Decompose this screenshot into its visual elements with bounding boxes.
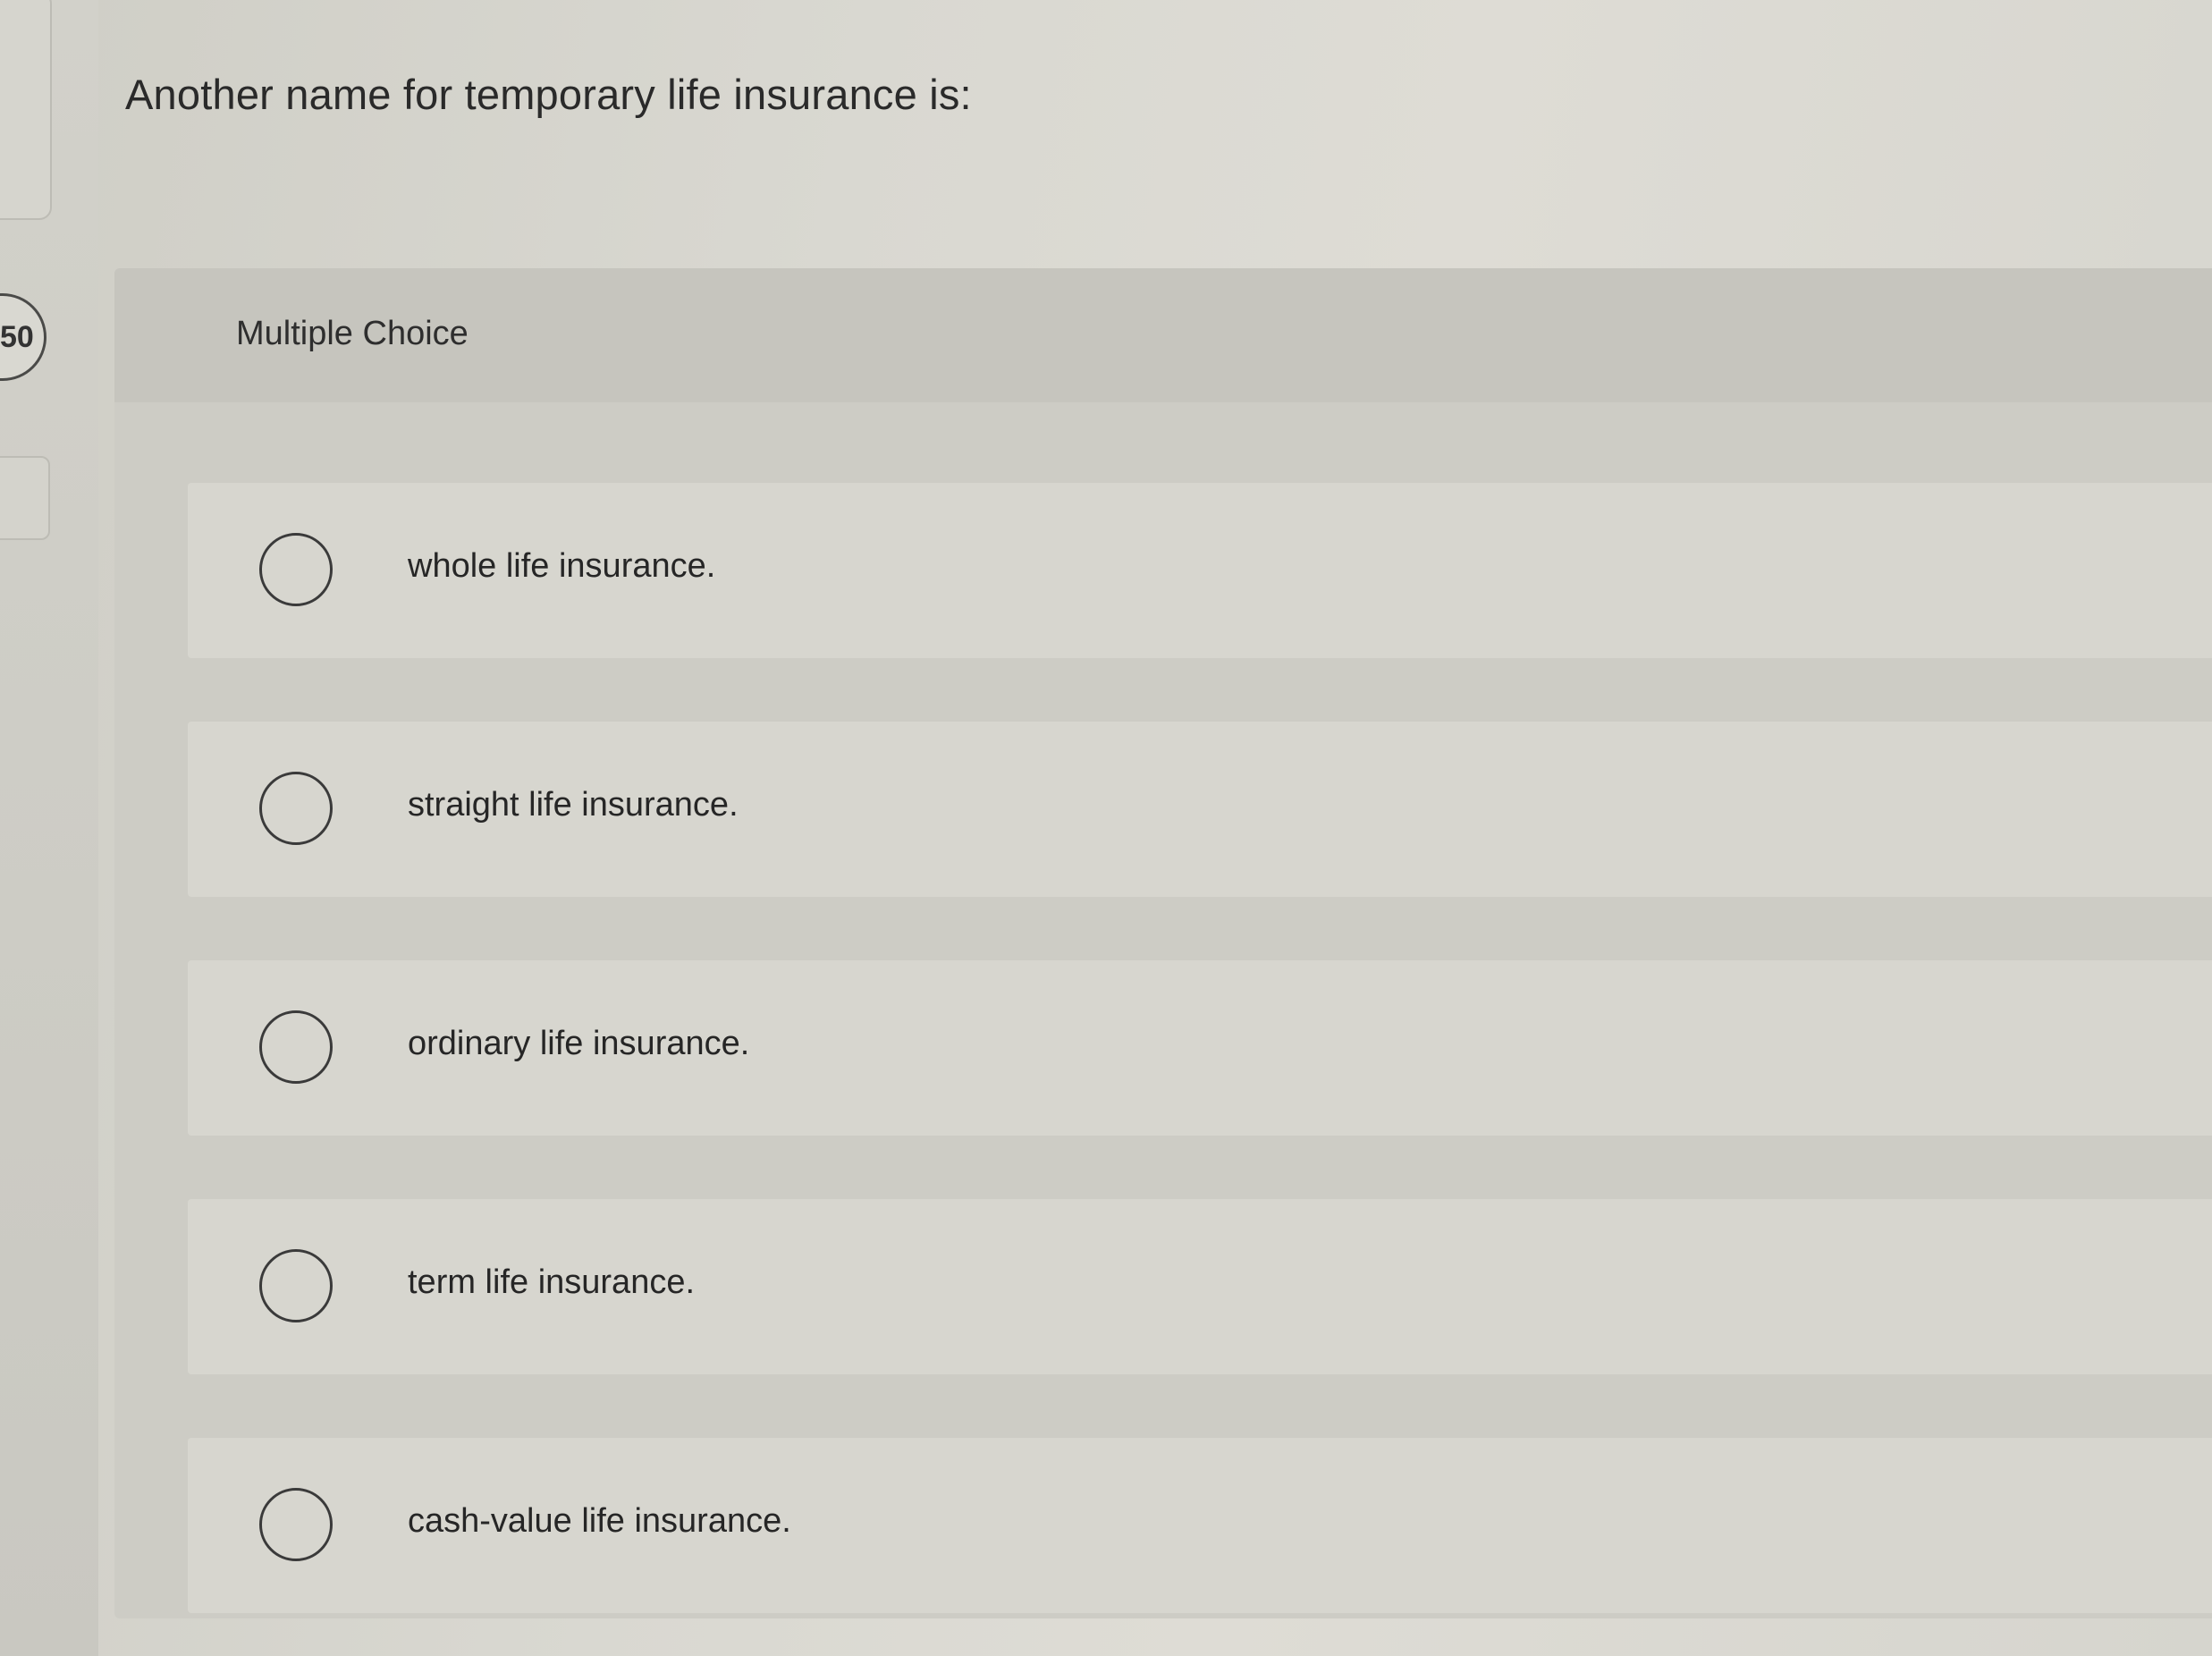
answer-option-label: ordinary life insurance. (408, 1025, 750, 1062)
answer-option-label: term life insurance. (408, 1263, 696, 1301)
question-prompt: Another name for temporary life insuranc… (125, 71, 972, 118)
radio-button[interactable] (259, 533, 333, 606)
answer-option-label: cash-value life insurance. (408, 1502, 791, 1540)
question-number-badge[interactable]: 50 (0, 293, 46, 381)
radio-button[interactable] (259, 1249, 333, 1322)
question-type-label: Multiple Choice (236, 315, 469, 352)
radio-button[interactable] (259, 772, 333, 845)
radio-button[interactable] (259, 1010, 333, 1084)
answer-option-label: whole life insurance. (408, 547, 716, 585)
multiple-choice-card: Multiple Choice whole life insurance. st… (114, 268, 2212, 1618)
answer-option[interactable]: term life insurance. (188, 1199, 2212, 1374)
answer-option-label: straight life insurance. (408, 786, 739, 824)
answer-option[interactable]: straight life insurance. (188, 722, 2212, 897)
card-header: Multiple Choice (114, 268, 2212, 402)
next-question-item[interactable] (0, 456, 50, 540)
answer-option[interactable]: whole life insurance. (188, 483, 2212, 658)
question-nav-rail: 50 (0, 0, 98, 1656)
previous-question-item[interactable] (0, 0, 52, 220)
answer-option[interactable]: ordinary life insurance. (188, 960, 2212, 1136)
radio-button[interactable] (259, 1488, 333, 1561)
answer-option[interactable]: cash-value life insurance. (188, 1438, 2212, 1613)
